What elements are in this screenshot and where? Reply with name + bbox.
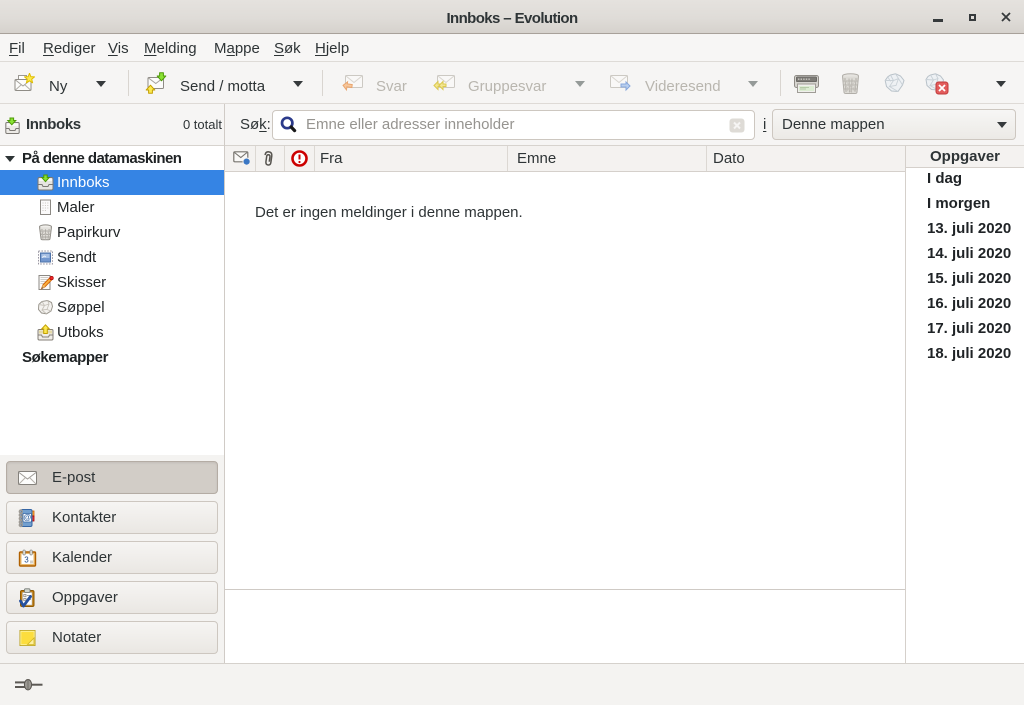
svg-text:3: 3 [24,556,29,565]
svg-text:@: @ [23,513,31,522]
